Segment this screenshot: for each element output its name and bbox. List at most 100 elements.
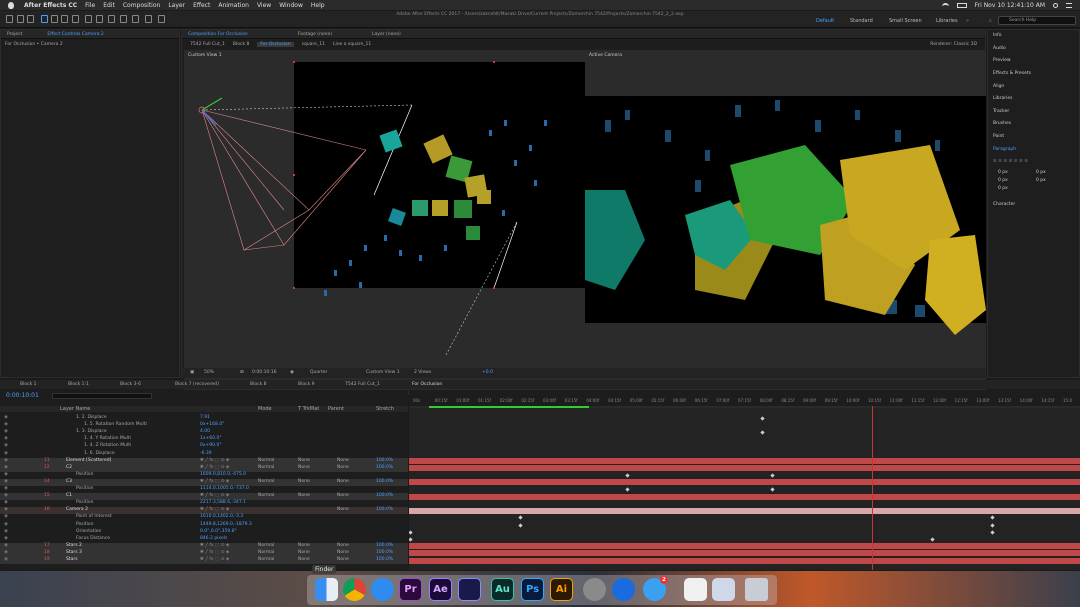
keyframe-marker[interactable] [770,473,775,478]
panel-paint[interactable]: Paint [993,134,1004,139]
menu-layer[interactable]: Layer [168,2,185,9]
layer-stretch[interactable]: 100.0% [376,465,393,470]
layer-row[interactable]: ◉ 11 Element [Scattered] ✱ ╱ fx ⬚ ⊙ ◈ Normal… [0,457,408,465]
dock-system-preferences-icon[interactable] [583,578,606,601]
visibility-eye-icon[interactable]: ◉ [4,451,8,456]
visibility-eye-icon[interactable]: ◉ [4,507,8,512]
spotlight-icon[interactable] [1053,2,1058,8]
notifications-icon[interactable] [1066,2,1072,8]
layer-name[interactable]: Stars [66,557,78,562]
property-value[interactable]: -6.39 [200,451,212,456]
layer-row[interactable]: ◉ 12 C2 ✱ ╱ fx ⬚ ⊙ ◈ Normal None None 100.0% [0,464,408,472]
keyframe-marker[interactable] [760,416,765,421]
layer-mode[interactable]: Normal [258,465,274,470]
visibility-eye-icon[interactable]: ◉ [4,536,8,541]
comp-subtab[interactable]: square_11 [302,42,325,47]
layer-switches[interactable]: ✱ ╱ fx ⬚ ⊙ ◈ [200,507,229,512]
panel-character[interactable]: Character [993,202,1015,207]
dock-audition-icon[interactable]: Au [491,578,514,601]
layer-duration-bar[interactable] [409,550,1080,557]
keyframe-marker[interactable] [409,529,413,535]
layer-stretch[interactable]: 100.0% [376,458,393,463]
keyframe-marker[interactable] [409,537,413,542]
layer-mode[interactable]: Normal [258,458,274,463]
indent-right-field[interactable]: 0 px [1036,170,1046,175]
tab-timeline-block-1[interactable]: Block 1 [20,382,36,387]
roto-brush-tool-icon[interactable] [145,15,152,23]
puppet-pin-tool-icon[interactable] [158,15,165,23]
visibility-eye-icon[interactable]: ◉ [4,465,8,470]
menu-window[interactable]: Window [279,2,303,9]
layer-row[interactable]: ◉ 18 Stars 3 ✱ ╱ fx ⬚ ⊙ ◈ Normal None None 100.… [0,549,408,557]
panel-paragraph[interactable]: Paragraph [993,147,1016,152]
layer-mode[interactable]: Normal [258,557,274,562]
property-row[interactable]: ◉ Position 1114.0,1005.0,-737.0 [0,486,408,493]
dock-messages-icon[interactable]: 2 [643,576,668,601]
workspace-standard[interactable]: Standard [850,18,873,24]
paragraph-align-icons[interactable]: ≡ ≡ ≡ ≡ ≡ ≡ ≡ [993,159,1028,164]
layer-trkmat[interactable]: None [298,543,310,548]
property-row[interactable]: ◉ 1. 4. Z Rotation Multi 0x+90.0° [0,443,408,450]
apple-icon[interactable] [6,0,16,10]
workspace-libraries[interactable]: Libraries [936,18,958,24]
viewer-active-camera[interactable]: Active Camera [585,50,986,395]
keyframe-marker[interactable] [770,487,775,492]
visibility-eye-icon[interactable]: ◉ [4,493,8,498]
layer-stretch[interactable]: 100.0% [376,507,393,512]
tab-timeline-block-8[interactable]: Block 8 [250,382,266,387]
brush-tool-icon[interactable] [108,15,115,23]
visibility-eye-icon[interactable]: ◉ [4,543,8,548]
layer-parent[interactable]: None [337,458,349,463]
exposure-value[interactable]: +0.0 [482,370,493,375]
timecode-display[interactable]: 0:00:10:16 [252,370,277,375]
property-value[interactable]: 0.0°,0.0°,359.8° [200,529,237,534]
rotate-camera-tool-icon[interactable] [41,15,48,23]
dock-finder-icon[interactable] [315,578,338,601]
layer-trkmat[interactable]: None [298,550,310,555]
wifi-icon[interactable] [941,2,949,8]
pan-behind-icon[interactable] [61,15,68,23]
layer-switches[interactable]: ✱ ╱ fx ⬚ ⊙ ◈ [200,465,229,470]
layer-parent[interactable]: None [337,507,349,512]
visibility-eye-icon[interactable]: ◉ [4,415,8,420]
layer-stretch[interactable]: 100.0% [376,550,393,555]
panel-brushes[interactable]: Brushes [993,121,1011,126]
layer-switches[interactable]: ✱ ╱ fx ⬚ ⊙ ◈ [200,543,229,548]
layer-trkmat[interactable]: None [298,479,310,484]
workspace-small-screen[interactable]: Small Screen [889,18,922,24]
layer-trkmat[interactable]: None [298,458,310,463]
visibility-eye-icon[interactable]: ◉ [4,472,8,477]
time-ruler[interactable]: 00s 00:15f 01:00f 01:15f 02:00f 02:15f 03:00f 0… [409,390,1080,406]
text-tool-icon[interactable] [96,15,103,23]
visibility-eye-icon[interactable]: ◉ [4,436,8,441]
visibility-eye-icon[interactable]: ◉ [4,522,8,527]
visibility-eye-icon[interactable]: ◉ [4,479,8,484]
comp-subtab[interactable]: Block 8 [233,42,249,47]
tab-effect-controls[interactable]: Effect Controls Camera 2 [47,32,103,37]
layer-stretch[interactable]: 100.0% [376,493,393,498]
layer-switches[interactable]: ✱ ╱ fx ⬚ ⊙ ◈ [200,493,229,498]
layer-parent[interactable]: None [337,465,349,470]
tab-project[interactable]: Project [7,32,22,37]
comp-subtab-active[interactable]: For Occlusion [257,41,294,47]
dock-illustrator-icon[interactable]: Ai [550,578,573,601]
battery-icon[interactable] [956,2,967,8]
indent-first-field[interactable]: 0 px [998,178,1008,183]
visibility-eye-icon[interactable]: ◉ [4,458,8,463]
comp-subtab[interactable]: 7542 Full Cut_1 [190,42,225,47]
layer-name[interactable]: Camera 2 [66,507,88,512]
work-area-bar[interactable] [429,406,589,408]
dock-preview-icon[interactable] [712,578,735,601]
property-row[interactable]: ◉ Orientation 0.0°,0.0°,359.8° [0,529,408,536]
renderer-label[interactable]: Renderer: Classic 3D [930,42,977,47]
eraser-tool-icon[interactable] [132,15,139,23]
layer-stretch[interactable]: 100.0% [376,557,393,562]
timeline-search-input[interactable] [52,393,152,399]
tab-composition[interactable]: Composition For Occlusion [188,32,248,37]
menu-view[interactable]: View [257,2,271,9]
layer-name[interactable]: Stars 3 [66,550,82,555]
visibility-eye-icon[interactable]: ◉ [4,500,8,505]
visibility-eye-icon[interactable]: ◉ [4,422,8,427]
layer-name[interactable]: C2 [66,465,72,470]
layer-trkmat[interactable]: None [298,557,310,562]
